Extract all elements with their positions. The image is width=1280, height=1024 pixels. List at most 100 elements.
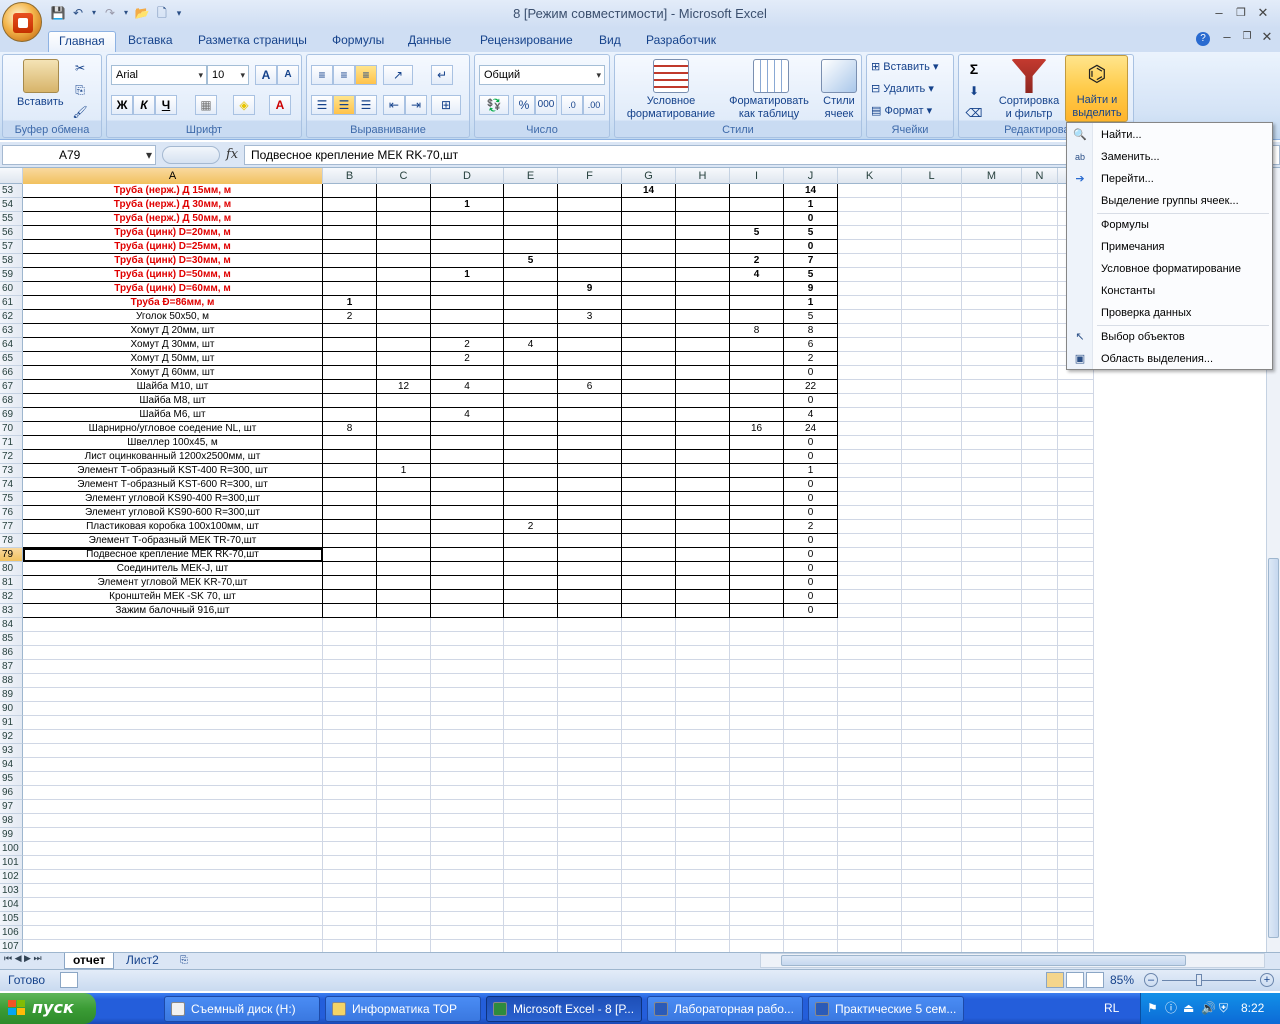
cut-icon[interactable]: ✂ (69, 58, 91, 78)
table-cell[interactable] (377, 422, 431, 436)
table-cell[interactable] (504, 436, 558, 450)
tab-view[interactable]: Вид (589, 31, 631, 52)
item-name-cell[interactable]: Труба (цинк) D=50мм, м (23, 268, 323, 282)
menu-select-objects[interactable]: Выбор объектов (1101, 331, 1185, 343)
table-cell[interactable] (676, 576, 730, 590)
table-cell[interactable] (377, 282, 431, 296)
table-cell[interactable] (676, 394, 730, 408)
table-cell[interactable] (323, 212, 377, 226)
item-name-cell[interactable]: Труба (цинк) D=20мм, м (23, 226, 323, 240)
table-cell[interactable] (431, 492, 504, 506)
table-cell[interactable] (504, 450, 558, 464)
menu-conditional-formatting[interactable]: Условное форматирование (1101, 263, 1241, 275)
row-header[interactable]: 81 (0, 576, 23, 590)
table-cell[interactable]: 3 (558, 310, 622, 324)
customize-qat-icon[interactable]: ▾ (174, 5, 184, 21)
column-header[interactable]: I (730, 168, 784, 184)
column-header[interactable]: H (676, 168, 730, 184)
table-cell[interactable] (504, 562, 558, 576)
tab-insert[interactable]: Вставка (118, 31, 183, 52)
table-cell[interactable] (431, 534, 504, 548)
table-cell[interactable] (558, 562, 622, 576)
decrease-decimal-icon[interactable]: .00 (583, 95, 605, 115)
table-cell[interactable] (730, 198, 784, 212)
table-cell[interactable] (431, 422, 504, 436)
table-cell[interactable] (558, 352, 622, 366)
table-cell[interactable]: 14 (622, 184, 676, 198)
task-excel[interactable]: Microsoft Excel - 8 [Р... (486, 996, 642, 1022)
delete-cells-button[interactable]: ⊟ Удалить ▾ (871, 83, 934, 96)
table-cell[interactable] (730, 492, 784, 506)
table-cell[interactable] (377, 198, 431, 212)
table-cell[interactable] (377, 408, 431, 422)
table-cell[interactable] (504, 198, 558, 212)
table-cell[interactable] (558, 576, 622, 590)
zoom-level[interactable]: 85% (1110, 973, 1134, 987)
table-cell[interactable]: 2 (431, 338, 504, 352)
row-header[interactable]: 60 (0, 282, 23, 296)
item-name-cell[interactable]: Элемент угловой МЕК KR-70,шт (23, 576, 323, 590)
undo-dropdown-icon[interactable]: ▾ (90, 5, 98, 21)
table-cell[interactable] (431, 254, 504, 268)
table-cell[interactable] (676, 464, 730, 478)
table-cell[interactable] (323, 604, 377, 618)
menu-comments[interactable]: Примечания (1101, 241, 1165, 253)
merge-center-icon[interactable]: ⊞ (431, 95, 461, 115)
start-button[interactable]: пуск (0, 993, 96, 1024)
table-cell[interactable] (323, 478, 377, 492)
table-cell[interactable] (504, 604, 558, 618)
table-cell[interactable] (558, 338, 622, 352)
conditional-format-line2[interactable]: форматирование (621, 108, 721, 121)
table-cell[interactable] (431, 366, 504, 380)
table-cell[interactable]: 0 (784, 576, 838, 590)
row-header[interactable]: 56 (0, 226, 23, 240)
conditional-format-line1[interactable]: Условное (621, 95, 721, 108)
table-cell[interactable] (676, 310, 730, 324)
table-cell[interactable] (558, 604, 622, 618)
table-cell[interactable] (504, 492, 558, 506)
row-header[interactable]: 76 (0, 506, 23, 520)
zoom-out-icon[interactable]: – (1144, 973, 1158, 987)
table-cell[interactable] (730, 338, 784, 352)
table-cell[interactable] (622, 548, 676, 562)
table-cell[interactable] (323, 562, 377, 576)
row-header[interactable]: 72 (0, 450, 23, 464)
row-header[interactable]: 101 (0, 856, 23, 870)
item-name-cell[interactable]: Хомут Д 20мм, шт (23, 324, 323, 338)
table-cell[interactable]: 24 (784, 422, 838, 436)
table-cell[interactable]: 1 (784, 296, 838, 310)
table-cell[interactable]: 0 (784, 492, 838, 506)
zoom-slider[interactable] (1162, 980, 1256, 981)
number-format-combo[interactable]: Общий (479, 65, 605, 85)
column-header[interactable]: D (431, 168, 504, 184)
table-cell[interactable] (323, 590, 377, 604)
table-cell[interactable] (676, 240, 730, 254)
table-cell[interactable]: 5 (730, 226, 784, 240)
row-header[interactable]: 91 (0, 716, 23, 730)
table-cell[interactable] (730, 450, 784, 464)
table-cell[interactable] (323, 198, 377, 212)
insert-function-button[interactable]: fx (226, 147, 238, 162)
page-layout-view-icon[interactable] (1066, 972, 1084, 988)
zoom-in-icon[interactable]: + (1260, 973, 1274, 987)
row-header[interactable]: 68 (0, 394, 23, 408)
table-cell[interactable] (504, 464, 558, 478)
table-cell[interactable]: 0 (784, 436, 838, 450)
table-cell[interactable] (377, 590, 431, 604)
table-cell[interactable] (504, 422, 558, 436)
table-cell[interactable] (622, 282, 676, 296)
sort-filter-line2[interactable]: и фильтр (993, 108, 1065, 121)
menu-constants[interactable]: Константы (1101, 285, 1155, 297)
item-name-cell[interactable]: Зажим балочный 916,шт (23, 604, 323, 618)
table-cell[interactable] (558, 450, 622, 464)
table-cell[interactable] (504, 184, 558, 198)
bold-button[interactable]: Ж (111, 95, 133, 115)
table-cell[interactable] (558, 268, 622, 282)
row-header[interactable]: 106 (0, 926, 23, 940)
row-header[interactable]: 103 (0, 884, 23, 898)
table-cell[interactable] (676, 534, 730, 548)
table-cell[interactable] (676, 352, 730, 366)
table-cell[interactable] (504, 282, 558, 296)
item-name-cell[interactable]: Хомут Д 30мм, шт (23, 338, 323, 352)
row-header[interactable]: 98 (0, 814, 23, 828)
